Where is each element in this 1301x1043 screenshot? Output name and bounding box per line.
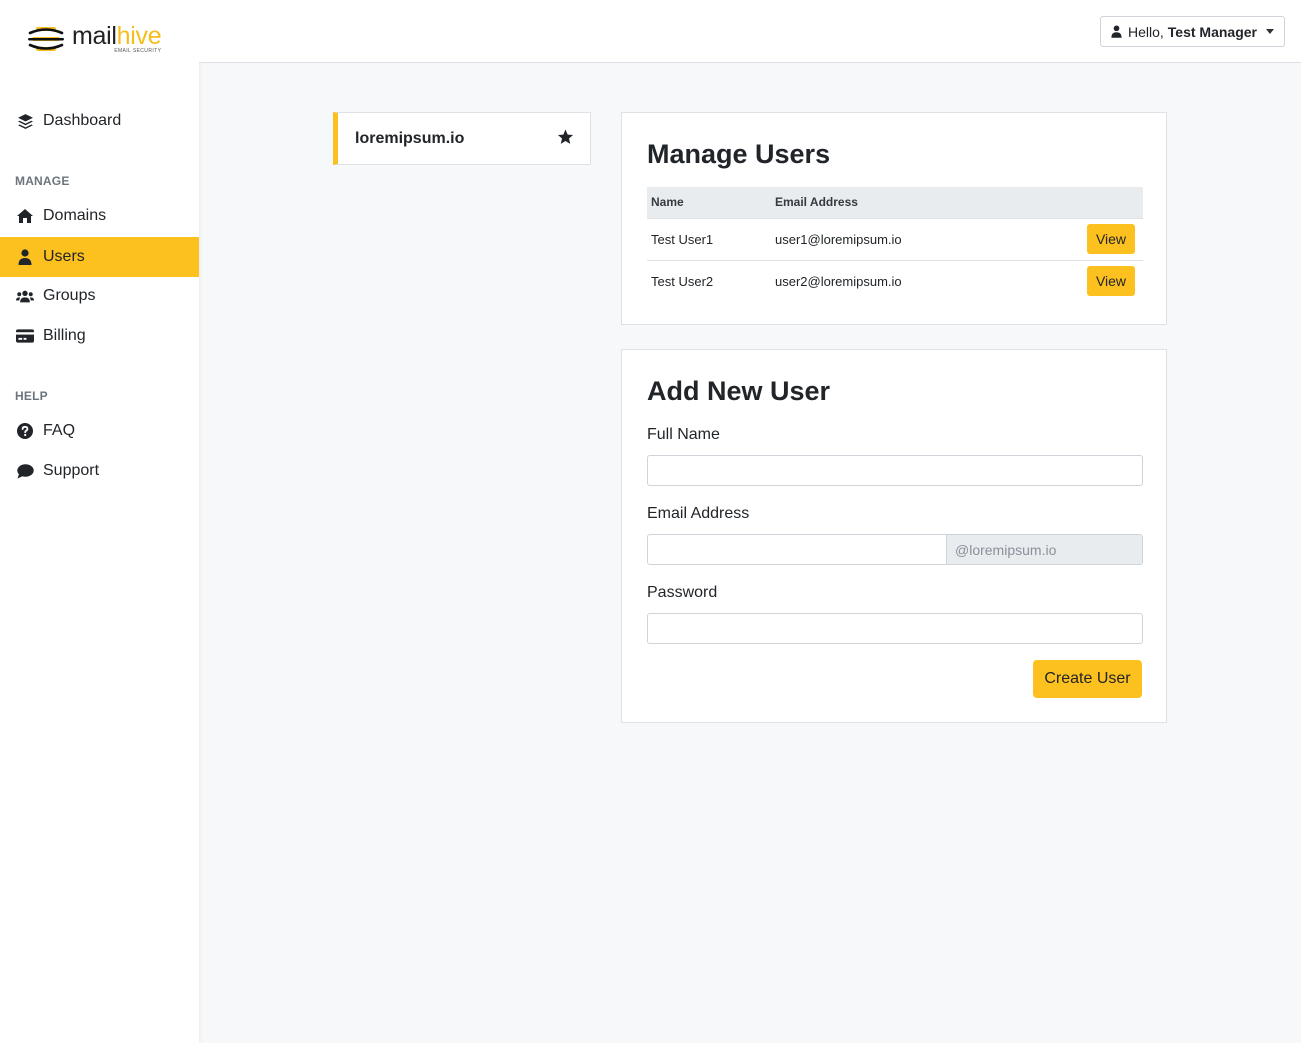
- user-email-cell: user2@loremipsum.io: [775, 273, 902, 289]
- star-icon[interactable]: [557, 129, 574, 145]
- credit-card-icon: [16, 327, 34, 345]
- sidebar-item-faq[interactable]: FAQ: [0, 411, 199, 451]
- user-icon: [16, 248, 34, 266]
- logo-word-mail: mail: [72, 22, 117, 50]
- layers-icon: [16, 112, 34, 130]
- column-header-email: Email Address: [771, 187, 1083, 219]
- table-row: Test User2 user2@loremipsum.io View: [647, 260, 1143, 302]
- user-email-cell: user1@loremipsum.io: [771, 218, 1083, 261]
- hive-logo-icon: [28, 23, 64, 55]
- home-icon: [16, 207, 34, 225]
- nav-section-help: HELP: [15, 389, 48, 403]
- mailhive-logo[interactable]: mailhive EMAIL SECURITY: [28, 22, 178, 56]
- manage-users-card: Manage Users Name Email Address Test Use…: [621, 112, 1167, 325]
- sidebar-item-dashboard[interactable]: Dashboard: [0, 101, 199, 141]
- topbar: Hello, Test Manager: [199, 0, 1301, 63]
- sidebar-item-label: Billing: [43, 327, 86, 344]
- manage-users-title: Manage Users: [647, 139, 831, 169]
- column-header-actions: [1083, 187, 1143, 219]
- view-user-button[interactable]: View: [1087, 224, 1135, 254]
- logo-tagline: EMAIL SECURITY: [114, 48, 162, 54]
- sidebar-item-billing[interactable]: Billing: [0, 316, 199, 356]
- comment-icon: [16, 462, 34, 480]
- password-label: Password: [647, 584, 718, 601]
- user-menu-dropdown[interactable]: Hello, Test Manager: [1099, 16, 1285, 47]
- email-input[interactable]: [647, 534, 947, 565]
- password-input[interactable]: [647, 613, 1143, 644]
- add-user-title: Add New User: [647, 376, 831, 406]
- email-input-group: @loremipsum.io: [647, 534, 1143, 565]
- logo-word-hive: hive: [116, 22, 162, 50]
- nav-section-manage: MANAGE: [15, 174, 70, 188]
- user-name-cell: Test User2: [651, 273, 714, 289]
- sidebar-item-label: Domains: [43, 207, 107, 224]
- user-name-cell: Test User1: [647, 218, 771, 261]
- sidebar-item-users[interactable]: Users: [0, 237, 199, 277]
- domain-card[interactable]: loremipsum.io: [333, 112, 591, 165]
- user-icon: [1111, 25, 1122, 38]
- email-domain-suffix: @loremipsum.io: [947, 534, 1143, 565]
- column-header-name: Name: [647, 187, 771, 219]
- domain-name: loremipsum.io: [355, 129, 465, 147]
- sidebar-item-support[interactable]: Support: [0, 451, 199, 491]
- table-row: Test User1 user1@loremipsum.io View: [647, 218, 1143, 261]
- sidebar-item-groups[interactable]: Groups: [0, 276, 199, 316]
- sidebar-item-label: Dashboard: [43, 112, 122, 129]
- logo-wordmark: mailhive EMAIL SECURITY: [72, 22, 162, 56]
- question-circle-icon: [16, 422, 34, 440]
- table-header-row: Name Email Address: [647, 187, 1143, 219]
- sidebar-item-label: FAQ: [43, 422, 76, 439]
- user-name: Test Manager: [1167, 23, 1257, 40]
- sidebar-item-label: Users: [43, 248, 85, 265]
- sidebar-item-domains[interactable]: Domains: [0, 196, 199, 236]
- sidebar-item-label: Support: [43, 462, 100, 479]
- caret-down-icon: [1266, 29, 1274, 34]
- sidebar-item-label: Groups: [43, 287, 96, 304]
- sidebar: mailhive EMAIL SECURITY Dashboard MANAGE…: [0, 0, 199, 1043]
- email-label: Email Address: [647, 505, 750, 522]
- greeting-text: Hello,: [1127, 23, 1164, 40]
- users-icon: [16, 287, 34, 305]
- users-table: Name Email Address Test User1 user1@lore…: [647, 187, 1143, 302]
- view-user-button[interactable]: View: [1087, 266, 1135, 297]
- full-name-input[interactable]: [647, 455, 1143, 486]
- create-user-button[interactable]: Create User: [1033, 660, 1142, 698]
- add-user-card: Add New User Full Name Email Address @lo…: [621, 349, 1167, 723]
- full-name-label: Full Name: [647, 426, 720, 443]
